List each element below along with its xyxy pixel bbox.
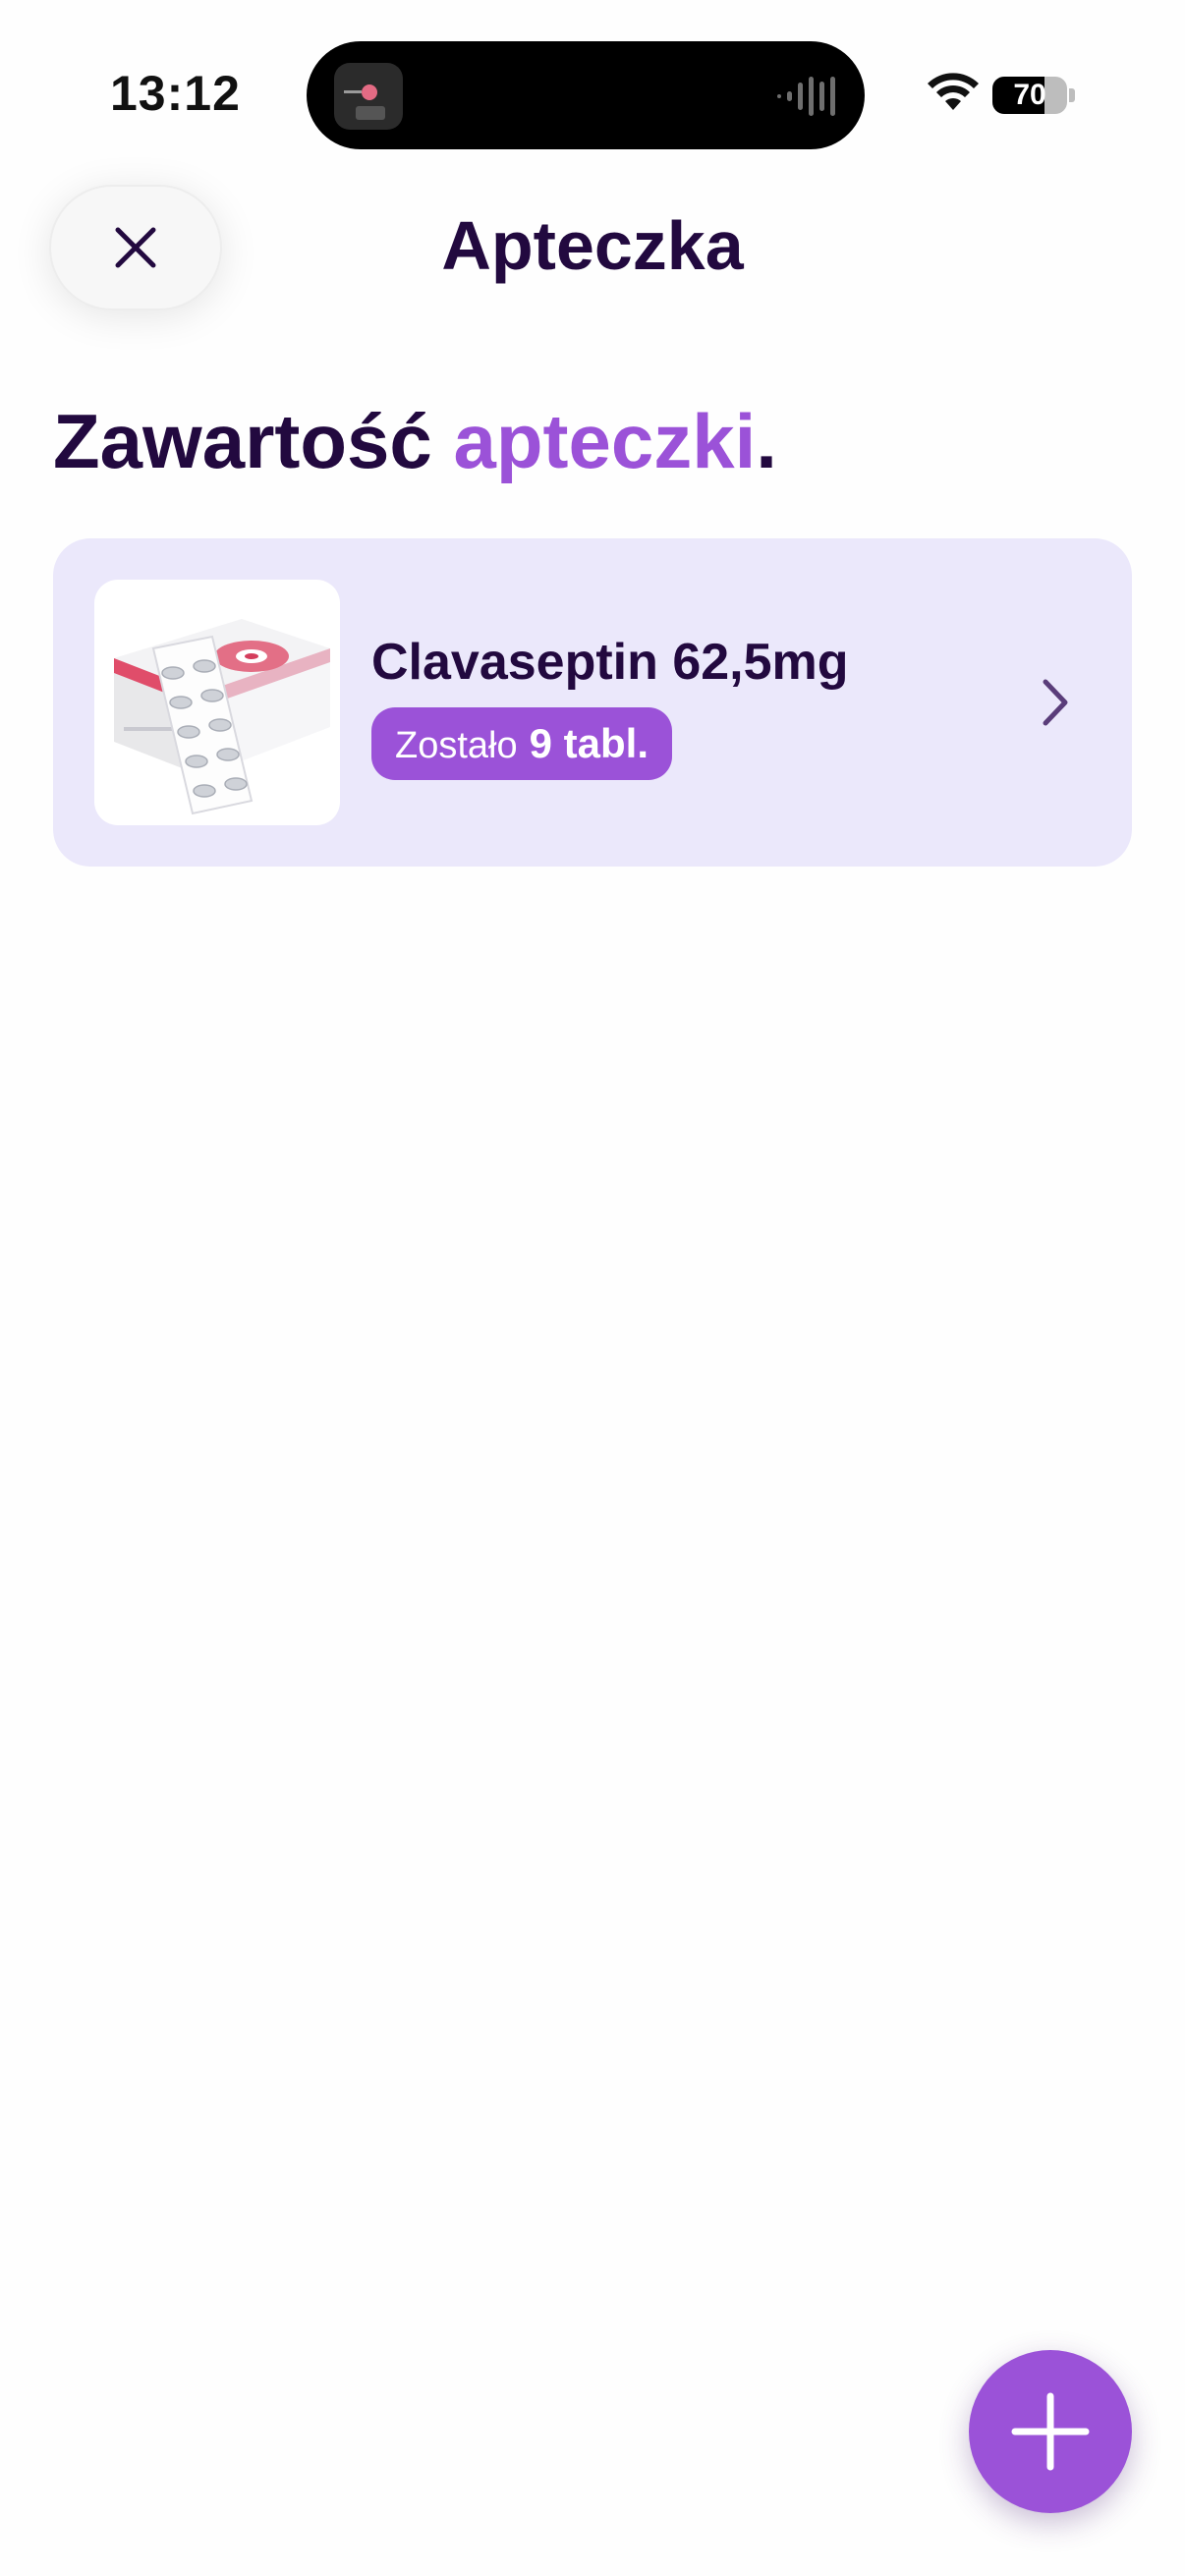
status-time: 13:12 [110,66,241,121]
medicine-name: Clavaseptin 62,5mg [371,634,849,691]
remaining-count: 9 tabl. [529,720,649,766]
remaining-badge: Zostało 9 tabl. [371,707,672,780]
section-heading: Zawartość apteczki. [53,397,777,486]
page-title: Apteczka [441,207,744,284]
section-heading-period: . [756,398,777,484]
medicine-package-image [94,580,340,825]
section-heading-accent: apteczki [453,398,757,484]
chevron-right-icon [1043,679,1068,726]
medicine-cabinet-screen: 13:12 70 Apteczka Zawartość apteczki. Cl… [0,0,1185,2576]
battery-cap [1069,88,1075,102]
section-heading-main: Zawartość [53,398,432,484]
audio-waveform-icon [777,77,835,116]
remaining-label: Zostało [395,725,518,766]
battery-indicator: 70 [992,77,1067,114]
battery-level: 70 [1013,79,1046,111]
dynamic-island[interactable] [307,41,865,149]
add-medicine-button[interactable] [969,2350,1132,2513]
medicine-card[interactable]: Clavaseptin 62,5mg Zostało 9 tabl. [53,538,1132,867]
plus-icon [1011,2392,1090,2471]
now-playing-thumbnail [334,63,403,130]
wifi-icon [928,73,979,110]
